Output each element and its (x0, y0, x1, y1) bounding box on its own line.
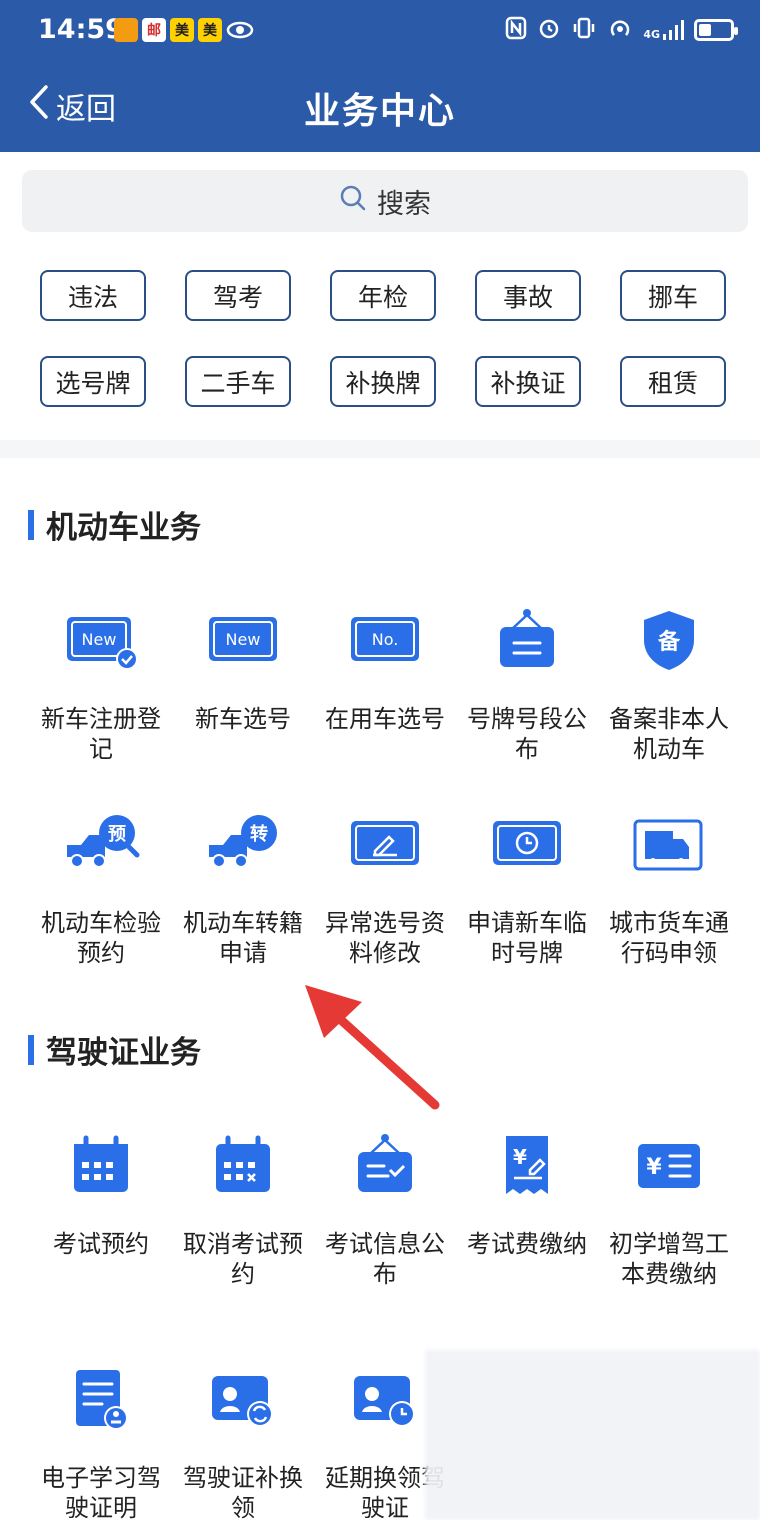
chip-ershouche[interactable]: 二手车 (185, 356, 291, 407)
svg-text:¥: ¥ (513, 1145, 527, 1169)
faded-overlay (425, 1350, 760, 1520)
shield-record-icon: 备 (629, 600, 709, 680)
yen-list-icon: ¥ (629, 1125, 709, 1205)
document-stamp-icon (61, 1359, 141, 1439)
service-transfer-apply[interactable]: 转 机动车转籍申请 (172, 804, 314, 968)
service-e-learning-cert[interactable]: 电子学习驾驶证明 (30, 1359, 172, 1520)
service-new-car-register[interactable]: New 新车注册登记 (30, 600, 172, 764)
search-icon (339, 184, 367, 219)
truck-reserve-icon: 预 (61, 804, 141, 884)
calendar-icon (61, 1125, 141, 1205)
status-bar: 14:59 邮 美 美 4G (0, 0, 760, 62)
truck-transfer-icon: 转 (203, 804, 283, 884)
page-title: 业务中心 (303, 91, 456, 132)
new-plate-check-icon: New (61, 600, 141, 680)
service-new-car-plate[interactable]: New 新车选号 (172, 600, 314, 764)
plate-clock-icon (487, 804, 567, 884)
service-exam-fee[interactable]: ¥ 考试费缴纳 (456, 1125, 598, 1289)
hotspot-icon (607, 16, 633, 44)
news-app-icon (114, 18, 138, 42)
service-license-renew[interactable]: 驾驶证补换领 (172, 1359, 314, 1520)
svg-text:New: New (82, 630, 117, 649)
service-inspection-reserve[interactable]: 预 机动车检验预约 (30, 804, 172, 968)
service-used-car-plate[interactable]: No. 在用车选号 (314, 600, 456, 764)
nfc-icon (505, 16, 527, 44)
license-clock-icon (345, 1359, 425, 1439)
status-time: 14:59 (38, 14, 124, 45)
notification-icons: 邮 美 美 (114, 18, 254, 46)
chip-buhuanzheng[interactable]: 补换证 (475, 356, 581, 407)
chip-shigu[interactable]: 事故 (475, 270, 581, 321)
section-accent-bar (28, 509, 34, 540)
section-accent-bar (28, 1034, 34, 1065)
service-temp-plate[interactable]: 申请新车临时号牌 (456, 804, 598, 968)
new-plate-icon: New (203, 600, 283, 680)
alarm-icon (537, 16, 561, 44)
service-exam-reserve[interactable]: 考试预约 (30, 1125, 172, 1289)
search-input[interactable]: 搜索 (22, 170, 748, 232)
section-divider (0, 440, 760, 458)
service-cancel-exam[interactable]: 取消考试预约 (172, 1125, 314, 1289)
system-icons: 4G (505, 16, 738, 44)
vibrate-icon (571, 16, 597, 44)
section-title-vehicle: 机动车业务 (28, 502, 201, 547)
svg-text:¥: ¥ (646, 1155, 662, 1180)
delivery-truck-icon (629, 804, 709, 884)
svg-text:备: 备 (657, 629, 681, 655)
service-learner-fee[interactable]: ¥ 初学增驾工本费缴纳 (598, 1125, 740, 1289)
chip-xuanhaopai[interactable]: 选号牌 (40, 356, 146, 407)
post-app-icon: 邮 (142, 18, 166, 42)
license-renew-icon (203, 1359, 283, 1439)
quick-filter-chips: 违法 驾考 年检 事故 挪车 选号牌 二手车 补换牌 补换证 租赁 (40, 270, 730, 407)
svg-text:No.: No. (372, 630, 399, 649)
chip-weifa[interactable]: 违法 (40, 270, 146, 321)
signal-4g-icon: 4G (643, 19, 684, 41)
receipt-yen-icon: ¥ (487, 1125, 567, 1205)
vehicle-services-grid: New 新车注册登记 New 新车选号 No. 在用车选号 号牌号段公布 备 备… (30, 600, 740, 968)
svg-text:预: 预 (108, 824, 126, 845)
service-city-truck-pass[interactable]: 城市货车通行码申领 (598, 804, 740, 968)
chip-nuoche[interactable]: 挪车 (620, 270, 726, 321)
meituan-app-icon-2: 美 (198, 18, 222, 42)
calendar-cancel-icon (203, 1125, 283, 1205)
section-title-license: 驾驶证业务 (28, 1027, 201, 1072)
svg-text:New: New (226, 630, 261, 649)
service-plate-range[interactable]: 号牌号段公布 (456, 600, 598, 764)
number-plate-icon: No. (345, 600, 425, 680)
notice-board-icon (345, 1125, 425, 1205)
service-abnormal-plate-edit[interactable]: 异常选号资料修改 (314, 804, 456, 968)
plate-edit-icon (345, 804, 425, 884)
svg-text:转: 转 (250, 823, 268, 845)
chip-buhuanpai[interactable]: 补换牌 (330, 356, 436, 407)
annotation-arrow-icon (305, 985, 440, 1110)
search-placeholder: 搜索 (377, 188, 431, 220)
service-exam-info[interactable]: 考试信息公布 (314, 1125, 456, 1289)
eye-icon (226, 18, 254, 46)
battery-icon (694, 19, 738, 41)
meituan-app-icon: 美 (170, 18, 194, 42)
chip-zulin[interactable]: 租赁 (620, 356, 726, 407)
hanging-sign-icon (487, 600, 567, 680)
service-record-non-owner[interactable]: 备 备案非本人机动车 (598, 600, 740, 764)
app-header: 14:59 邮 美 美 4G 返回 业务中心 (0, 0, 760, 152)
chip-nianjian[interactable]: 年检 (330, 270, 436, 321)
chip-jiakao[interactable]: 驾考 (185, 270, 291, 321)
